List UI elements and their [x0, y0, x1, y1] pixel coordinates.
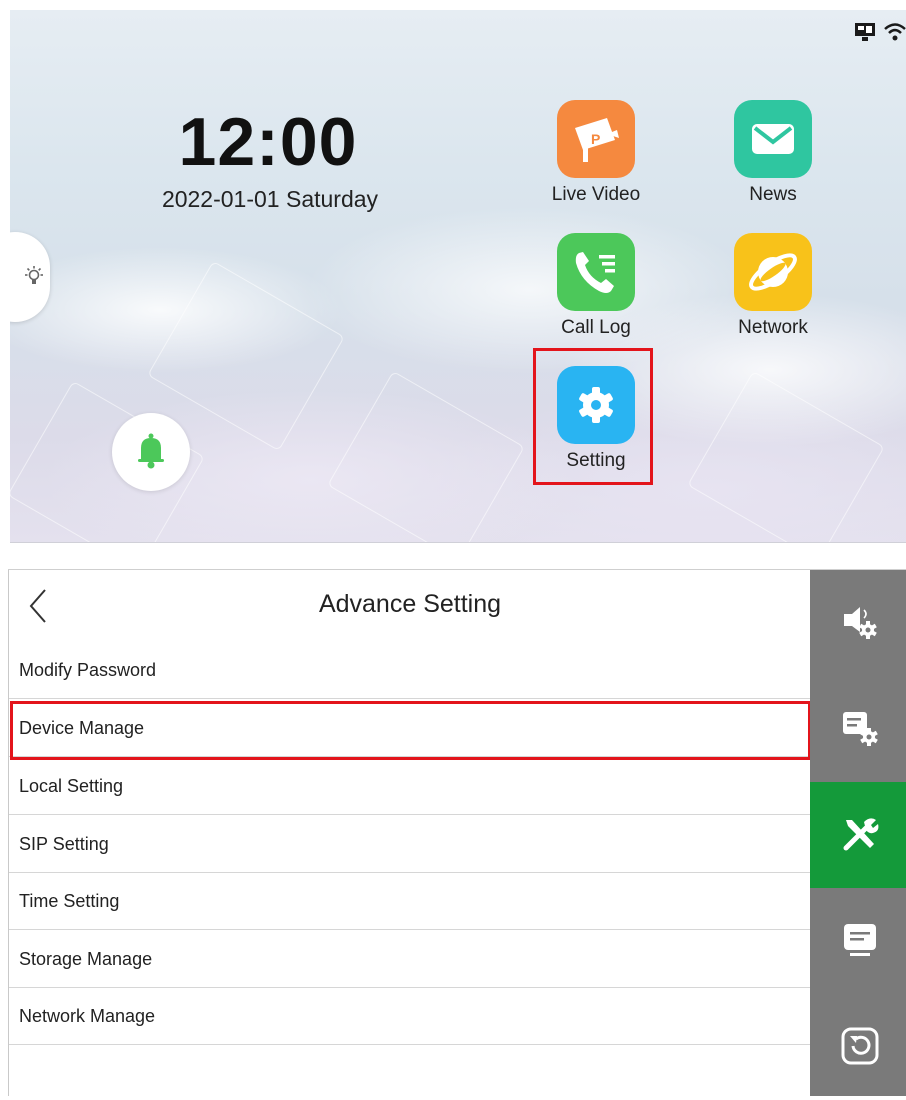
settings-sidebar [810, 570, 906, 1096]
speaker-settings-icon [844, 607, 877, 639]
message-icon [844, 924, 876, 956]
bell-icon [138, 433, 164, 469]
network-tile [734, 233, 812, 311]
tools-icon [843, 818, 879, 851]
menu-item-local-setting[interactable]: Local Setting [9, 758, 811, 815]
background-hexagon [687, 370, 885, 542]
menu-item-sip-setting[interactable]: SIP Setting [9, 816, 811, 873]
sidebar-item-advanced-tools[interactable] [810, 782, 906, 888]
menu-item-network-manage[interactable]: Network Manage [9, 988, 811, 1045]
app-label: Call Log [561, 317, 631, 338]
app-call-log[interactable]: Call Log [541, 233, 651, 339]
sidebar-item-speaker-settings[interactable] [810, 570, 906, 676]
home-screen: 12:00 2022-01-01 Saturday P Live Video N… [10, 10, 906, 543]
live-video-tile: P [557, 100, 635, 178]
app-network[interactable]: Network [718, 233, 828, 339]
camera-icon: P [575, 118, 619, 162]
setting-highlight-box [533, 348, 653, 485]
advance-setting-screen: Advance Setting Modify Password Device M… [8, 569, 906, 1096]
monitor-settings-icon [843, 712, 878, 746]
brightness-tab[interactable] [10, 232, 50, 322]
background-hexagon [327, 370, 525, 542]
ethernet-icon [854, 22, 876, 42]
status-bar [854, 22, 906, 42]
app-news[interactable]: News [718, 100, 828, 206]
app-label: Network [738, 317, 808, 338]
app-live-video[interactable]: P Live Video [541, 100, 651, 206]
clock-time: 12:00 [178, 104, 358, 180]
app-label: News [749, 184, 797, 205]
restore-icon [841, 1027, 879, 1065]
sidebar-item-message[interactable] [810, 888, 906, 994]
device-manage-highlight-box [10, 701, 811, 760]
settings-panel: Advance Setting Modify Password Device M… [8, 570, 811, 1096]
phone-icon [575, 252, 615, 293]
envelope-icon [752, 124, 794, 154]
page-title: Advance Setting [318, 590, 502, 618]
menu-item-storage-manage[interactable]: Storage Manage [9, 931, 811, 988]
sidebar-item-monitor-settings[interactable] [810, 676, 906, 782]
app-label: Live Video [551, 184, 641, 205]
alarm-bell-button[interactable] [112, 413, 190, 491]
planet-icon [749, 253, 797, 291]
menu-item-modify-password[interactable]: Modify Password [9, 642, 811, 699]
news-tile [734, 100, 812, 178]
svg-text:P: P [591, 131, 600, 147]
menu-item-time-setting[interactable]: Time Setting [9, 873, 811, 930]
wifi-icon [884, 22, 906, 42]
clock-date: 2022-01-01 Saturday [161, 186, 379, 212]
sidebar-item-restore[interactable] [810, 994, 906, 1100]
lightbulb-icon [25, 266, 43, 284]
call-log-tile [557, 233, 635, 311]
